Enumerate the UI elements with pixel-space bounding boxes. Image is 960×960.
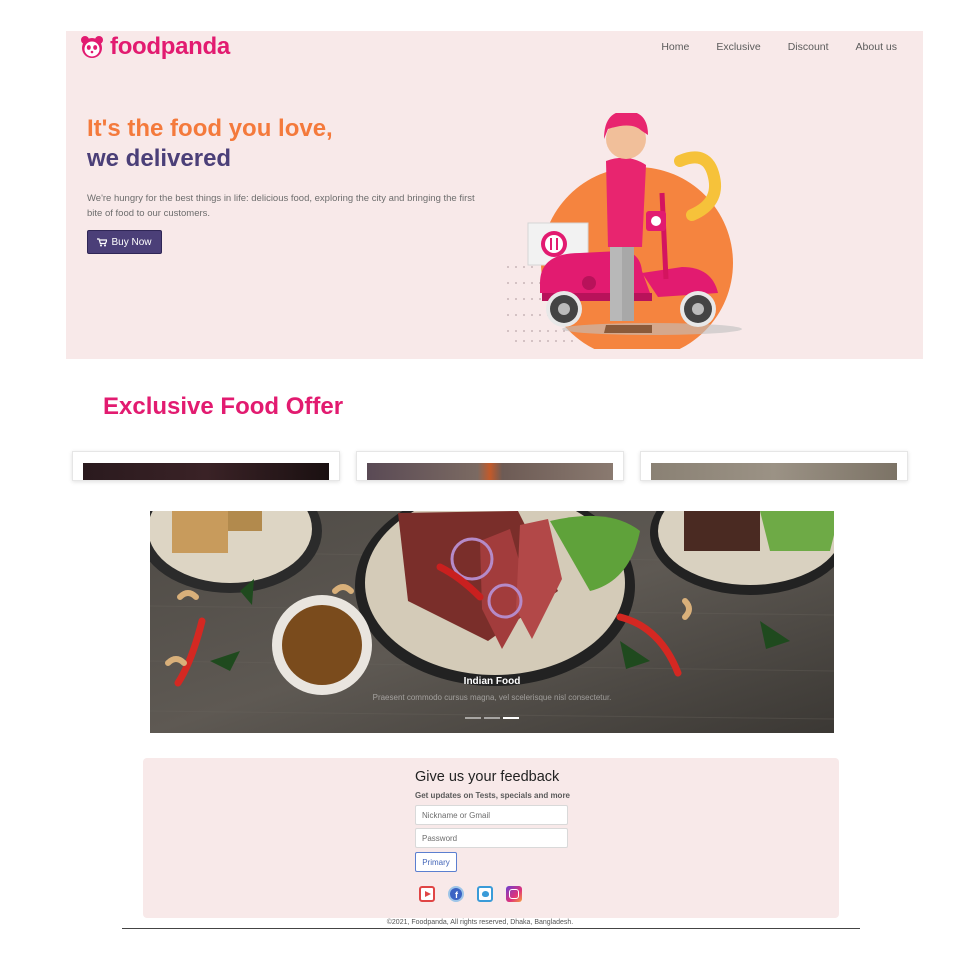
hero-headline-line1: It's the food you love, bbox=[87, 115, 333, 142]
exclusive-offer-title: Exclusive Food Offer bbox=[103, 393, 344, 420]
buy-now-label: Buy Now bbox=[111, 236, 152, 248]
carousel-indicator-active[interactable] bbox=[503, 717, 519, 719]
twitter-icon[interactable] bbox=[477, 886, 493, 902]
hero-description: We're hungry for the best things in life… bbox=[87, 193, 475, 219]
carousel-indicators bbox=[150, 717, 834, 719]
buy-now-button[interactable]: Buy Now bbox=[87, 230, 162, 254]
nav-discount[interactable]: Discount bbox=[788, 41, 829, 53]
delivery-scooter-illustration bbox=[507, 113, 742, 349]
nickname-email-input[interactable] bbox=[415, 805, 568, 825]
carousel-caption-title: Indian Food bbox=[463, 676, 521, 687]
food-carousel[interactable]: Indian Food Praesent commodo cursus magn… bbox=[150, 511, 834, 733]
copyright-text: ©2021, Foodpanda, All rights reserved, D… bbox=[0, 919, 960, 926]
facebook-icon[interactable]: f bbox=[448, 886, 464, 902]
main-nav: Home Exclusive Discount About us bbox=[661, 41, 897, 53]
primary-submit-button[interactable]: Primary bbox=[415, 852, 457, 872]
brand-name: foodpanda bbox=[110, 33, 230, 60]
nav-exclusive[interactable]: Exclusive bbox=[716, 41, 760, 53]
brand-logo[interactable]: foodpanda bbox=[80, 33, 230, 61]
offer-card[interactable] bbox=[72, 451, 340, 481]
nav-about-us[interactable]: About us bbox=[856, 41, 897, 53]
hero-headline-line2: we delivered bbox=[87, 145, 232, 172]
panda-icon bbox=[81, 36, 103, 58]
offer-card-image bbox=[651, 463, 897, 480]
password-input[interactable] bbox=[415, 828, 568, 848]
feedback-section: Give us your feedback Get updates on Tes… bbox=[143, 758, 839, 918]
copyright-label: ©2021, Foodpanda, All rights reserved, D… bbox=[384, 919, 576, 926]
youtube-icon[interactable] bbox=[419, 886, 435, 902]
offer-card-image bbox=[367, 463, 613, 480]
instagram-icon[interactable] bbox=[506, 886, 522, 902]
offer-card-image bbox=[83, 463, 329, 480]
offer-card[interactable] bbox=[640, 451, 908, 481]
social-links: f bbox=[419, 886, 522, 902]
carousel-caption: Indian Food Praesent commodo cursus magn… bbox=[150, 676, 834, 702]
feedback-subtitle: Get updates on Tests, specials and more bbox=[415, 791, 571, 800]
footer-divider bbox=[122, 928, 860, 929]
carousel-caption-text: Praesent commodo cursus magna, vel scele… bbox=[372, 693, 612, 702]
carousel-indicator[interactable] bbox=[465, 717, 481, 719]
cart-icon bbox=[97, 237, 108, 246]
carousel-indicator[interactable] bbox=[484, 717, 500, 719]
offer-card[interactable] bbox=[356, 451, 624, 481]
nav-home[interactable]: Home bbox=[661, 41, 689, 53]
hero-section: foodpanda Home Exclusive Discount About … bbox=[66, 31, 923, 359]
feedback-title: Give us your feedback bbox=[415, 769, 560, 785]
